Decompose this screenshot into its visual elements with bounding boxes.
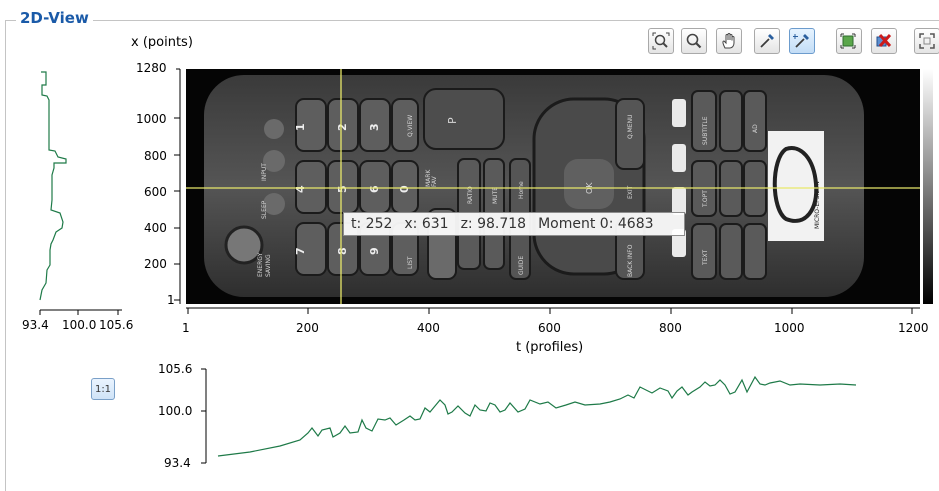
cursor-z-value: z: 98.718 [460, 216, 527, 232]
left-profile-tick: 93.4 [22, 318, 49, 332]
left-profile-tick: 100.0 [62, 318, 97, 332]
cursor-moment-value: Moment 0: 4683 [538, 216, 654, 232]
cursor-x-value: x: 631 [404, 216, 449, 232]
aspect-ratio-button[interactable]: 1:1 [91, 378, 115, 400]
cursor-value-tooltip: t: 252 x: 631 z: 98.718 Moment 0: 4683 [343, 212, 685, 236]
bottom-profile-tick: 105.6 [158, 362, 193, 376]
bottom-profile-tick: 93.4 [164, 456, 191, 470]
left-profile-tick: 105.6 [99, 318, 134, 332]
bottom-profile-curve [217, 375, 857, 457]
plot-overlay [39, 68, 920, 464]
bottom-profile-tick: 100.0 [158, 404, 193, 418]
left-profile-curve [39, 71, 67, 301]
cursor-t-value: t: 252 [351, 216, 393, 232]
